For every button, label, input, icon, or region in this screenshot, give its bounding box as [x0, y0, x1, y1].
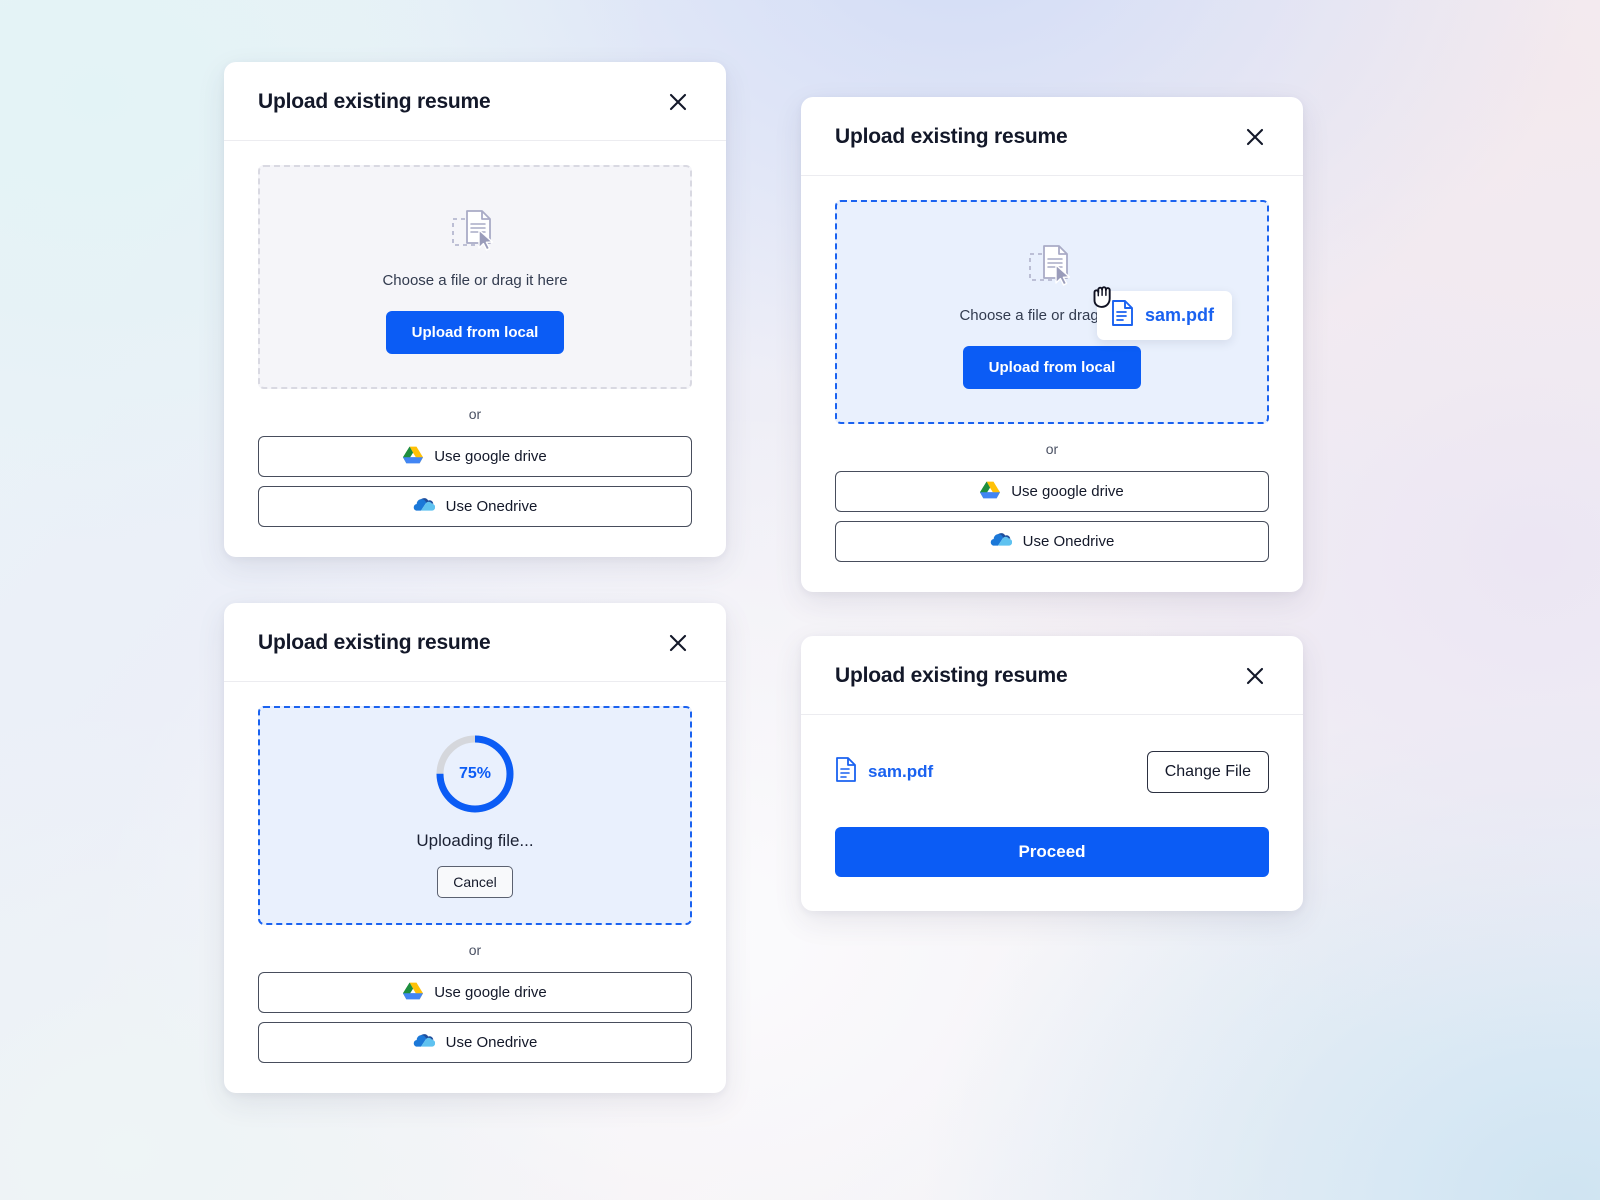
- dialog-header: Upload existing resume: [224, 603, 726, 682]
- proceed-button[interactable]: Proceed: [835, 827, 1269, 877]
- upload-status-text: Uploading file...: [416, 831, 534, 850]
- close-icon[interactable]: [664, 629, 692, 657]
- upload-dialog-initial: Upload existing resume Choose a file or …: [224, 62, 726, 557]
- dialog-header: Upload existing resume: [801, 636, 1303, 715]
- provider-label: Use Onedrive: [445, 498, 538, 515]
- close-icon[interactable]: [1241, 123, 1269, 151]
- file-drag-icon: [1026, 236, 1078, 293]
- selected-file-info: sam.pdf: [835, 757, 933, 787]
- upload-progress-ring: 75%: [434, 733, 516, 815]
- dropzone-hint: Choose a file or drag it here: [382, 271, 568, 289]
- provider-label: Use Onedrive: [445, 1034, 538, 1051]
- dialog-header: Upload existing resume: [224, 62, 726, 141]
- upload-dialog-dragging: Upload existing resume Choose a file or …: [801, 97, 1303, 592]
- or-separator: or: [468, 406, 482, 422]
- onedrive-icon: [990, 532, 1012, 551]
- dialog-header: Upload existing resume: [801, 97, 1303, 176]
- use-google-drive-button[interactable]: Use google drive: [258, 436, 692, 477]
- use-google-drive-button[interactable]: Use google drive: [835, 471, 1269, 512]
- upload-dialog-uploading: Upload existing resume 75% Uploading fil…: [224, 603, 726, 1093]
- drag-ghost-file-name: sam.pdf: [1145, 305, 1215, 325]
- page-title: Upload existing resume: [258, 90, 491, 113]
- selected-file-row: sam.pdf Change File: [835, 751, 1269, 793]
- provider-label: Use google drive: [1011, 483, 1124, 500]
- close-icon-glyph: [1246, 667, 1264, 685]
- or-separator: or: [1045, 441, 1059, 457]
- page-title: Upload existing resume: [835, 664, 1068, 687]
- cancel-upload-button[interactable]: Cancel: [437, 866, 513, 898]
- google-drive-icon: [403, 446, 424, 468]
- dialog-body: Choose a file or drag it here Upload fro…: [801, 176, 1303, 592]
- close-icon[interactable]: [664, 88, 692, 116]
- dialog-body: sam.pdf Change File Proceed: [801, 715, 1303, 911]
- page-title: Upload existing resume: [258, 631, 491, 654]
- file-dropzone[interactable]: Choose a file or drag it here Upload fro…: [258, 165, 692, 389]
- file-drag-icon: [449, 201, 501, 258]
- dialog-body: Choose a file or drag it here Upload fro…: [224, 141, 726, 557]
- selected-file-name: sam.pdf: [868, 762, 934, 781]
- use-onedrive-button[interactable]: Use Onedrive: [835, 521, 1269, 562]
- google-drive-icon: [403, 982, 424, 1004]
- close-icon-glyph: [669, 93, 687, 111]
- use-onedrive-button[interactable]: Use Onedrive: [258, 486, 692, 527]
- provider-label: Use google drive: [434, 448, 547, 465]
- close-icon-glyph: [669, 634, 687, 652]
- provider-label: Use Onedrive: [1022, 533, 1115, 550]
- close-icon-glyph: [1246, 128, 1264, 146]
- grabbing-hand-cursor: [1089, 279, 1119, 316]
- onedrive-icon: [413, 497, 435, 516]
- upload-dialog-selected: Upload existing resume sam.pdf Change Fi…: [801, 636, 1303, 911]
- change-file-button[interactable]: Change File: [1146, 751, 1269, 793]
- provider-label: Use google drive: [434, 984, 547, 1001]
- upload-from-local-button[interactable]: Upload from local: [385, 310, 565, 354]
- close-icon[interactable]: [1241, 662, 1269, 690]
- onedrive-icon: [413, 1033, 435, 1052]
- dialog-body: 75% Uploading file... Cancel or Use goog…: [224, 682, 726, 1093]
- progress-percent-label: 75%: [458, 765, 492, 782]
- or-separator: or: [468, 942, 482, 958]
- pdf-file-icon: [835, 757, 856, 787]
- use-onedrive-button[interactable]: Use Onedrive: [258, 1022, 692, 1063]
- use-google-drive-button[interactable]: Use google drive: [258, 972, 692, 1013]
- page-title: Upload existing resume: [835, 125, 1068, 148]
- upload-progress-zone: 75% Uploading file... Cancel: [258, 706, 692, 925]
- google-drive-icon: [980, 481, 1001, 503]
- upload-from-local-button[interactable]: Upload from local: [962, 345, 1142, 389]
